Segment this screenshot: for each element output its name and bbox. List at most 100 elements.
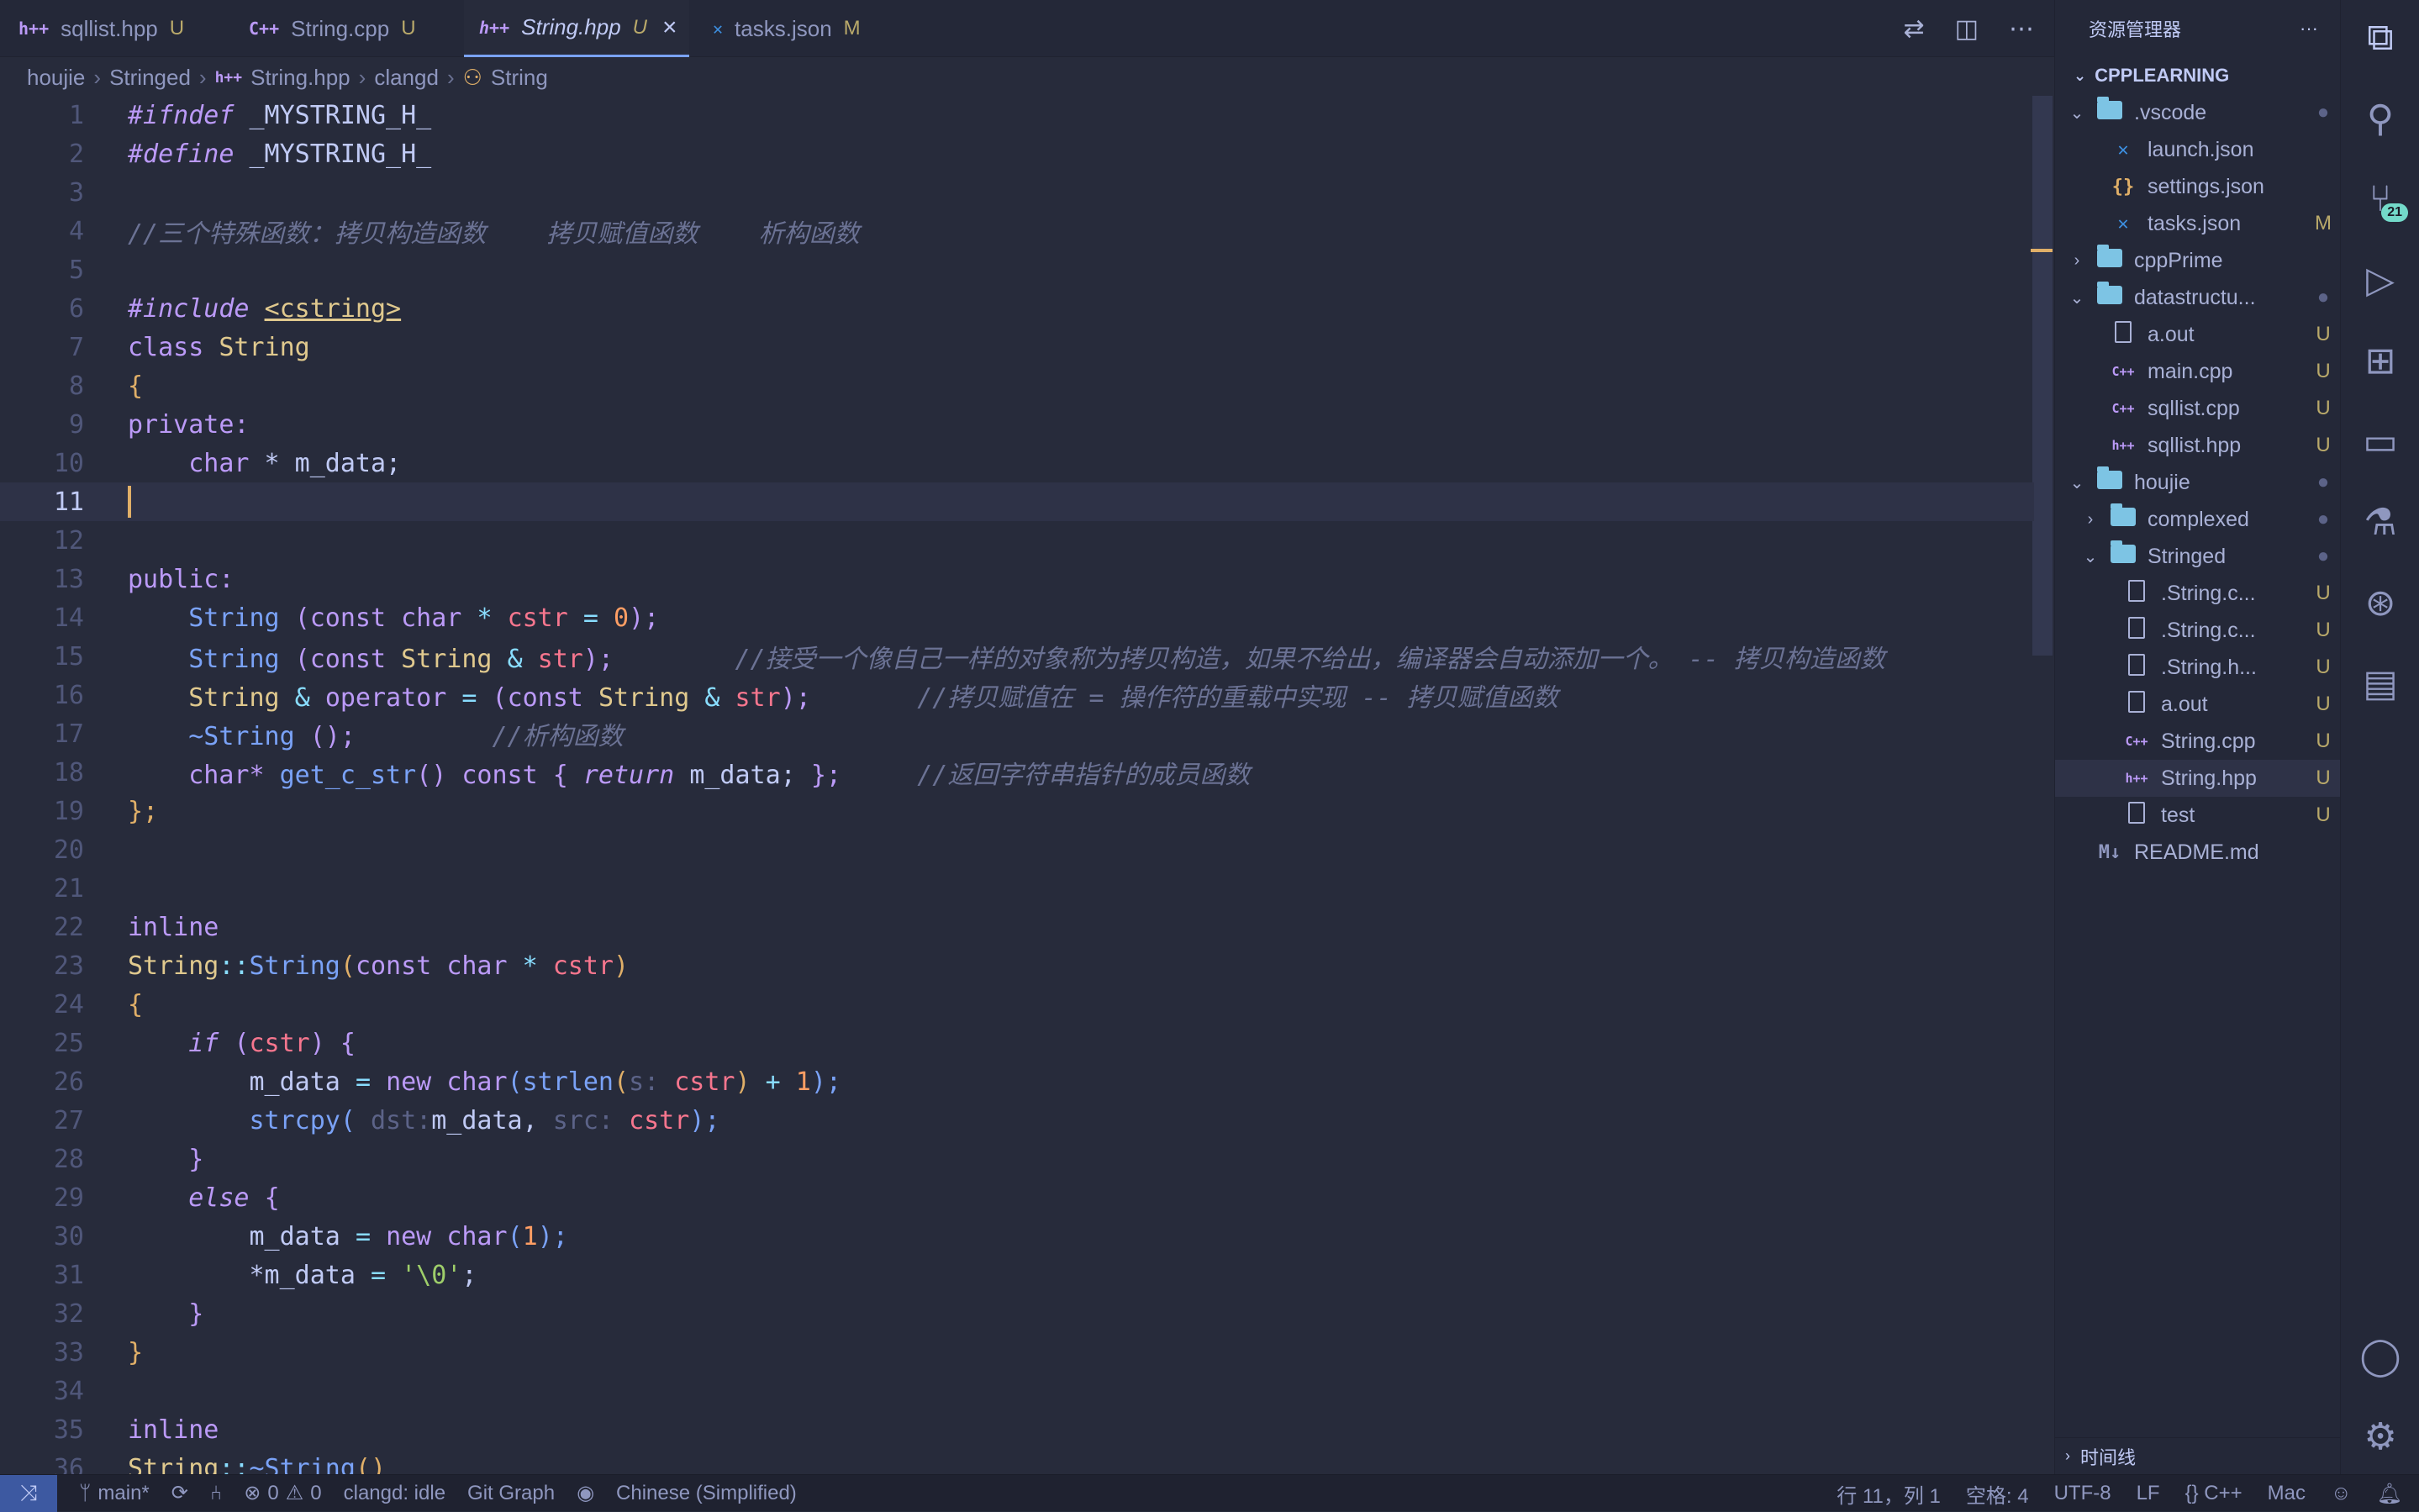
tree-folder[interactable]: ⌄ houjie ●: [2055, 464, 2340, 501]
chevron-right-icon: ›: [446, 64, 455, 90]
editor-actions: ⇄ ◫ ⋯: [1904, 0, 2035, 57]
tree-file[interactable]: C++ String.cpp U: [2055, 723, 2340, 760]
breadcrumb-item[interactable]: String: [491, 65, 548, 91]
gear-icon[interactable]: ⚙: [2341, 1399, 2419, 1474]
timeline-section[interactable]: › 时间线: [2055, 1437, 2341, 1474]
breadcrumb-item[interactable]: clangd: [374, 65, 439, 91]
more-actions-icon[interactable]: ⋯: [2009, 14, 2034, 44]
extensions-icon[interactable]: ⊞: [2341, 323, 2419, 398]
tab-sqllist-hpp[interactable]: h++ sqllist.hpp U: [18, 0, 184, 57]
feedback-icon[interactable]: ☺: [2331, 1482, 2352, 1505]
source-control-icon[interactable]: ⑂ 21: [2341, 161, 2419, 237]
workspace-root[interactable]: ⌄ CPPLEARNING: [2055, 57, 2340, 94]
problems-indicator[interactable]: ⊗ 0 ⚠ 0: [244, 1481, 321, 1505]
tree-folder[interactable]: ⌄ datastructu... ●: [2055, 279, 2340, 316]
tree-file[interactable]: a.out U: [2055, 686, 2340, 723]
tree-file[interactable]: .String.c... U: [2055, 575, 2340, 612]
tree-file[interactable]: C++ sqllist.cpp U: [2055, 390, 2340, 427]
more-actions-icon[interactable]: ···: [2300, 18, 2318, 40]
line-number: 28: [53, 1144, 84, 1174]
language-mode[interactable]: {} C++: [2185, 1482, 2242, 1505]
breadcrumb-item[interactable]: Stringed: [109, 65, 191, 91]
tree-file[interactable]: C++ main.cpp U: [2055, 353, 2340, 390]
code-line: 36 String::~String(): [0, 1449, 2034, 1475]
tree-file[interactable]: .String.c... U: [2055, 612, 2340, 649]
end-of-line[interactable]: LF: [2137, 1482, 2160, 1505]
include-link[interactable]: <cstring>: [265, 294, 402, 324]
clangd-status[interactable]: clangd: idle: [344, 1482, 445, 1505]
tree-file[interactable]: h++ String.hpp U: [2055, 760, 2340, 797]
testing-icon[interactable]: ⚗: [2341, 484, 2419, 560]
explorer-icon[interactable]: ⧉: [2341, 0, 2419, 76]
code-token: else: [188, 1183, 250, 1213]
tree-file[interactable]: M↓ README.md: [2055, 834, 2340, 871]
remote-indicator-icon[interactable]: ⤨: [0, 1474, 57, 1512]
line-number: 16: [53, 680, 84, 710]
open-changes-icon[interactable]: ⇄: [1904, 14, 1925, 44]
line-number: 27: [53, 1105, 84, 1135]
encoding[interactable]: UTF-8: [2054, 1482, 2111, 1505]
tree-item-label: .String.c...: [2161, 581, 2256, 605]
tree-item-label: sqllist.hpp: [2148, 433, 2242, 457]
cursor-position[interactable]: 行 11，列 1: [1837, 1479, 1941, 1509]
tree-folder[interactable]: › complexed ●: [2055, 501, 2340, 538]
tab-tasks-json[interactable]: ✕ tasks.json M: [713, 0, 861, 57]
folders-icon[interactable]: ▤: [2341, 645, 2419, 721]
breadcrumb-item[interactable]: houjie: [27, 65, 85, 91]
tree-file[interactable]: ✕ tasks.json M: [2055, 205, 2340, 242]
sync-icon[interactable]: ⟳: [171, 1481, 188, 1505]
tree-file[interactable]: {} settings.json: [2055, 168, 2340, 205]
code-token: );: [689, 1105, 720, 1135]
eye-icon[interactable]: ◉: [577, 1481, 594, 1505]
explorer-header: 资源管理器 ···: [2055, 0, 2340, 57]
tree-item-label: String.hpp: [2161, 766, 2257, 790]
tree-item-label: Stringed: [2148, 544, 2227, 568]
run-debug-icon[interactable]: ▷: [2341, 242, 2419, 318]
keymap[interactable]: Mac: [2268, 1482, 2306, 1505]
pull-request-icon[interactable]: ⑃: [210, 1482, 222, 1505]
code-token: String: [188, 683, 280, 713]
file-icon: [2124, 691, 2149, 718]
line-number: 15: [53, 641, 84, 672]
code-token: 1: [522, 1221, 538, 1251]
code-token: const: [309, 603, 387, 633]
tab-string-cpp[interactable]: C++ String.cpp U: [249, 0, 416, 57]
code-token: #define: [128, 139, 235, 169]
tree-file[interactable]: test U: [2055, 797, 2340, 834]
code-editor[interactable]: 1 #ifndef _MYSTRING_H_ 2 #define _MYSTRING…: [0, 96, 2034, 1474]
search-icon[interactable]: ⚲: [2341, 81, 2419, 156]
json-icon: {}: [2111, 176, 2135, 198]
code-token: public:: [128, 564, 235, 594]
activity-bar: ⧉ ⚲ ⑂ 21 ▷ ⊞ ▭ ⚗ ⊛ ▤ ◯ ⚙: [2340, 0, 2419, 1474]
tree-file[interactable]: h++ sqllist.hpp U: [2055, 427, 2340, 464]
close-icon[interactable]: ×: [662, 13, 677, 42]
account-icon[interactable]: ◯: [2341, 1318, 2419, 1393]
git-branch[interactable]: ᛘ main*: [79, 1482, 150, 1505]
tree-file[interactable]: a.out U: [2055, 316, 2340, 353]
indentation[interactable]: 空格: 4: [1966, 1479, 2029, 1509]
hpp-file-icon: h++: [214, 68, 243, 87]
code-token: class: [128, 332, 204, 362]
language-pack[interactable]: Chinese (Simplified): [616, 1482, 797, 1505]
remote-explorer-icon[interactable]: ▭: [2341, 403, 2419, 479]
tree-item-label: complexed: [2148, 507, 2249, 531]
git-status-badge: U: [2316, 582, 2331, 604]
tree-folder[interactable]: ⌄ .vscode ●: [2055, 94, 2340, 131]
line-number: 23: [53, 951, 84, 981]
git-graph-icon[interactable]: ⊛: [2341, 565, 2419, 640]
split-editor-icon[interactable]: ◫: [1955, 14, 1979, 44]
breadcrumb-item[interactable]: String.hpp: [250, 65, 350, 91]
hpp-file-icon: h++: [2125, 771, 2148, 786]
bell-icon[interactable]: 🔔︎: [2377, 1482, 2402, 1506]
vscode-icon: ✕: [713, 18, 724, 39]
tree-folder[interactable]: ⌄ Stringed ●: [2055, 538, 2340, 575]
tab-string-hpp[interactable]: h++ String.hpp U ×: [464, 0, 689, 57]
code-token: new: [386, 1067, 432, 1097]
git-graph-button[interactable]: Git Graph: [467, 1482, 555, 1505]
code-token: String: [128, 1453, 219, 1475]
tree-file[interactable]: .String.h... U: [2055, 649, 2340, 686]
code-token: m_data: [249, 1067, 340, 1097]
tree-folder[interactable]: › cppPrime: [2055, 242, 2340, 279]
tree-file[interactable]: ✕ launch.json: [2055, 131, 2340, 168]
scrollbar-thumb[interactable]: [2032, 96, 2053, 656]
